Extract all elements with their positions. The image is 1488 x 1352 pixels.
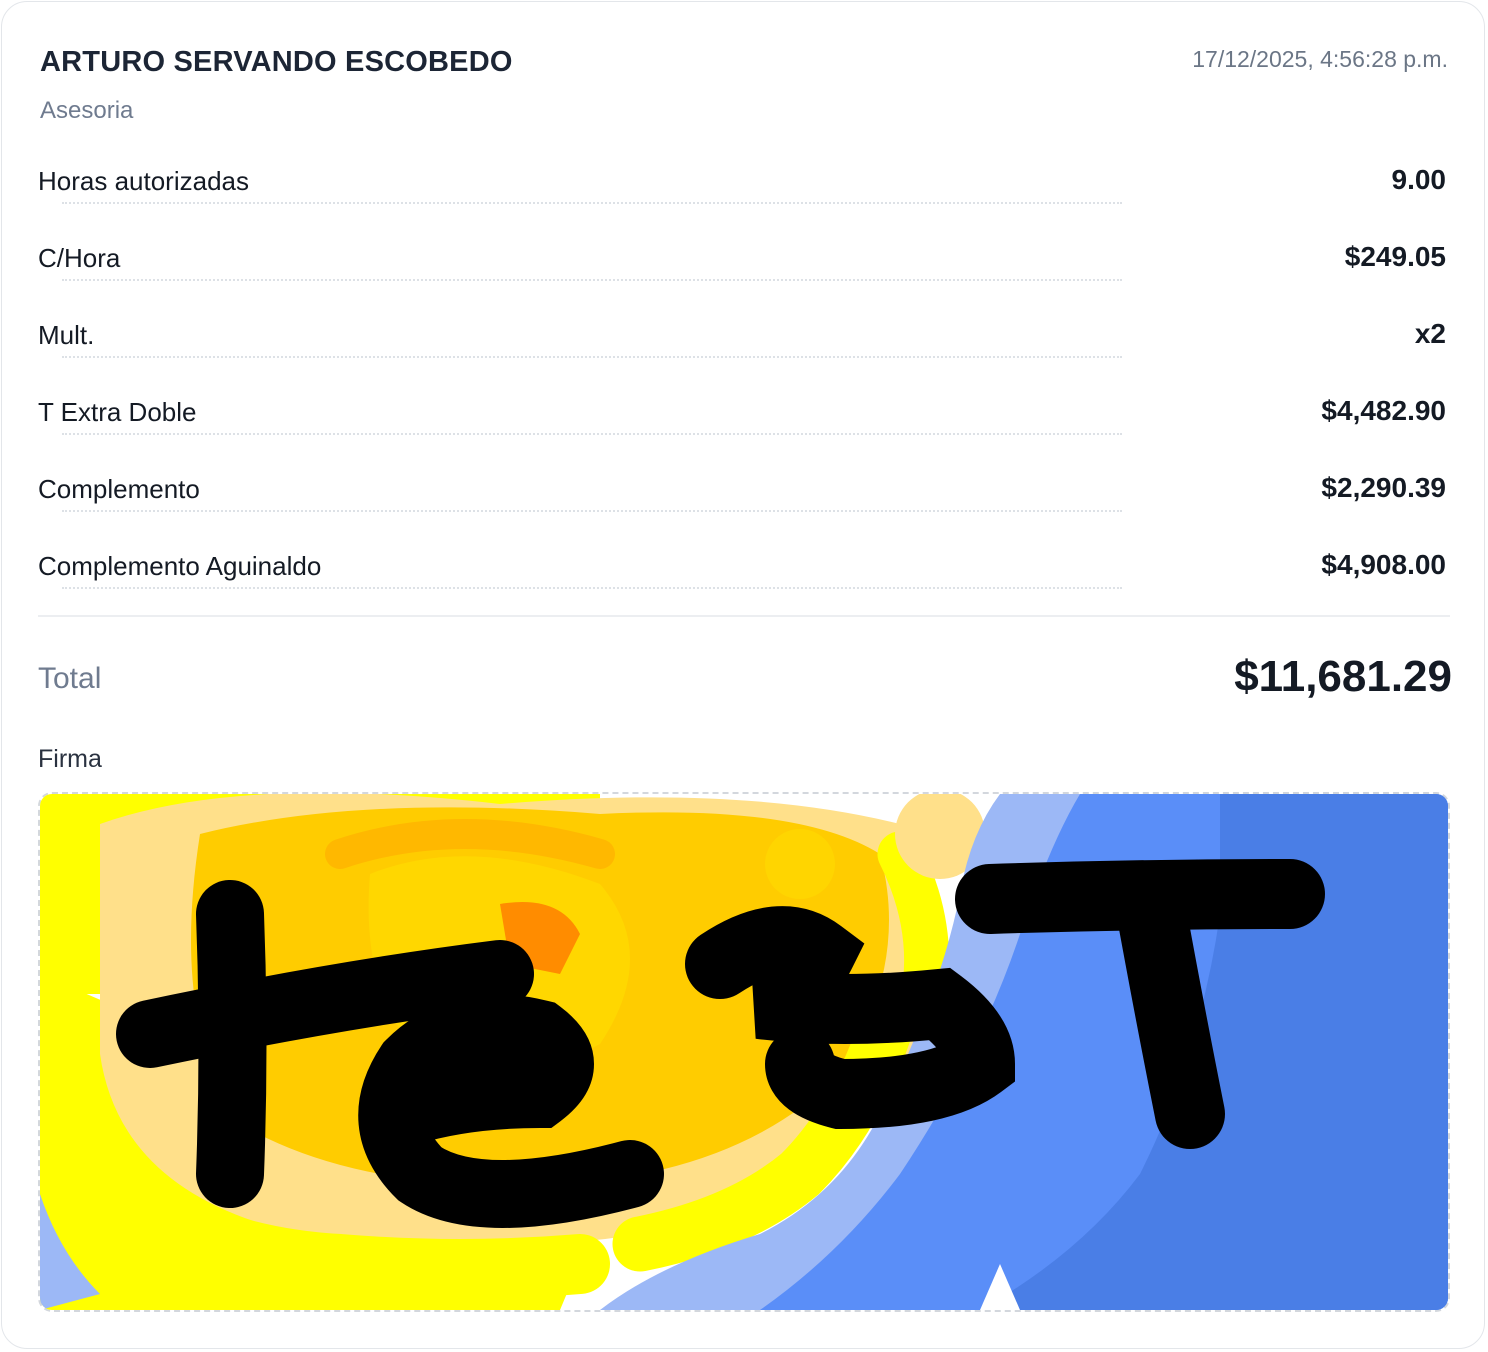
dotted-leader: [62, 510, 1122, 512]
employee-name: ARTURO SERVANDO ESCOBEDO: [40, 46, 513, 78]
row-complemento: Complemento $2,290.39: [38, 460, 1450, 537]
timestamp: 17/12/2025, 4:56:28 p.m.: [1192, 46, 1448, 72]
row-costo-hora: C/Hora $249.05: [38, 229, 1450, 306]
row-label: Mult.: [38, 320, 95, 350]
row-multiplicador: Mult. x2: [38, 306, 1450, 383]
total-label: Total: [38, 662, 102, 695]
row-value: x2: [1414, 318, 1446, 349]
total-value: $11,681.29: [1234, 652, 1452, 701]
dotted-leader: [62, 587, 1122, 589]
row-label: Complemento: [38, 474, 200, 504]
row-value: $4,482.90: [1321, 395, 1446, 426]
row-label: C/Hora: [38, 243, 121, 273]
row-value: $4,908.00: [1321, 549, 1446, 580]
detail-rows: Horas autorizadas 9.00 C/Hora $249.05 Mu…: [38, 152, 1450, 614]
row-value: $249.05: [1344, 241, 1446, 272]
row-horas-autorizadas: Horas autorizadas 9.00: [38, 152, 1450, 229]
total-divider: [38, 615, 1450, 617]
row-label: T Extra Doble: [38, 397, 197, 427]
row-label: Complemento Aguinaldo: [38, 551, 322, 581]
row-value: 9.00: [1391, 164, 1447, 195]
dotted-leader: [62, 279, 1122, 281]
signature-drawing: [40, 794, 1448, 1310]
row-extra-doble: T Extra Doble $4,482.90: [38, 383, 1450, 460]
row-label: Horas autorizadas: [38, 166, 249, 196]
signature-box: [38, 792, 1450, 1312]
dotted-leader: [62, 433, 1122, 435]
row-value: $2,290.39: [1321, 472, 1446, 503]
signature-label: Firma: [38, 745, 102, 773]
dotted-leader: [62, 202, 1122, 204]
category-label: Asesoria: [40, 97, 134, 124]
dotted-leader: [62, 356, 1122, 358]
row-complemento-aguinaldo: Complemento Aguinaldo $4,908.00: [38, 537, 1450, 614]
